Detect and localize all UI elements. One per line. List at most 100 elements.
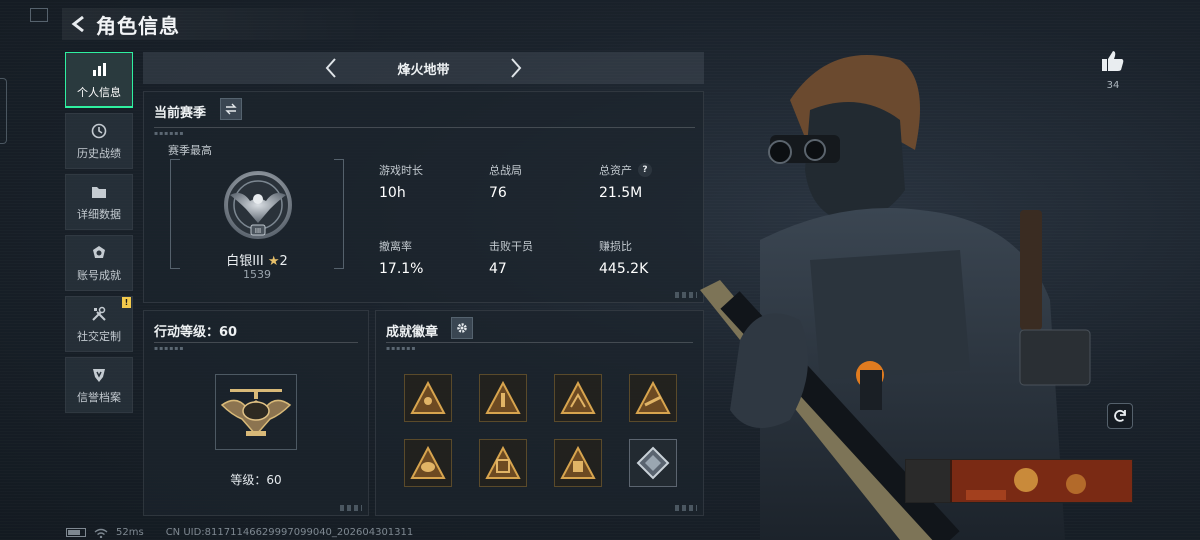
switch-season-button[interactable]	[220, 98, 242, 120]
stat-label: 击败干员	[489, 240, 533, 253]
sidebar-item-label: 个人信息	[77, 85, 121, 99]
sidebar-item-label: 账号成就	[77, 268, 121, 282]
like-count: 34	[1106, 80, 1120, 91]
svg-text:III: III	[255, 227, 261, 235]
badge-settings-button[interactable]	[451, 317, 473, 339]
like-button[interactable]	[1099, 50, 1127, 76]
rank-display: III 白银III ★2 1539	[170, 159, 344, 281]
decor-corner	[675, 505, 697, 511]
triangle-badge-icon	[410, 381, 446, 414]
medal-icon	[90, 244, 108, 262]
diamond-badge-icon	[636, 446, 670, 480]
achievement-badge-7[interactable]	[554, 439, 602, 487]
edge-handle[interactable]	[0, 78, 7, 144]
stat-value: 445.2K	[599, 261, 649, 277]
achievement-badge-1[interactable]	[404, 374, 452, 422]
divider	[386, 342, 693, 343]
sidebar-item-label: 社交定制	[77, 329, 121, 343]
sidebar-item-achievements[interactable]: 账号成就	[65, 235, 133, 291]
corner-indicator	[30, 8, 48, 22]
season-best-label: 赛季最高	[168, 144, 212, 157]
stat-total-assets: 总资产 ? 21.5M	[599, 162, 652, 201]
notification-badge: !	[122, 297, 131, 308]
rank-stars: 2	[279, 254, 288, 269]
clock-icon	[90, 122, 108, 140]
stat-playtime: 游戏时长 10h	[379, 162, 423, 201]
next-map-button[interactable]	[504, 56, 528, 80]
silver-rank-emblem-icon: III	[224, 171, 292, 239]
back-button[interactable]	[62, 8, 96, 40]
rank-name: 白银III ★2	[170, 250, 344, 269]
chevron-right-icon	[511, 58, 522, 78]
stat-value: 10h	[379, 185, 406, 201]
chevron-left-icon	[325, 58, 336, 78]
stat-label: 撤离率	[379, 240, 412, 253]
action-level-title: 行动等级：60	[154, 325, 238, 340]
stat-label: 总战局	[489, 164, 522, 177]
stream-thumbnail[interactable]	[905, 459, 1133, 503]
achievement-badge-6[interactable]	[479, 439, 527, 487]
stat-value: 47	[489, 261, 507, 277]
stat-kills: 击败干员 47	[489, 238, 533, 277]
divider	[154, 342, 358, 343]
latency-text: 52ms	[116, 527, 144, 538]
bar-chart-icon	[90, 61, 108, 79]
sidebar-item-reputation[interactable]: 信誉档案	[65, 357, 133, 413]
sidebar-item-history[interactable]: 历史战绩	[65, 113, 133, 169]
stat-total-matches: 总战局 76	[489, 162, 522, 201]
decor-dots: ▪▪▪▪▪▪	[154, 130, 185, 137]
battery-icon	[66, 528, 86, 537]
rotate-camera-button[interactable]	[1107, 403, 1133, 429]
star-icon: ★	[267, 254, 280, 269]
status-bar: 52ms CN UID:8117114662999709904​0_202604…	[66, 527, 413, 538]
stat-label: 游戏时长	[379, 164, 423, 177]
triangle-badge-icon	[635, 381, 671, 414]
achievement-badge-4[interactable]	[629, 374, 677, 422]
sidebar-item-social[interactable]: ! 社交定制	[65, 296, 133, 352]
triangle-badge-icon	[560, 446, 596, 479]
page-header: 角色信息	[62, 8, 392, 40]
stat-label: 赚损比	[599, 240, 632, 253]
shield-icon	[90, 366, 108, 384]
page-title: 角色信息	[96, 13, 180, 38]
achievement-badge-2[interactable]	[479, 374, 527, 422]
back-arrow-icon	[71, 15, 84, 33]
decor-corner	[340, 505, 362, 511]
triangle-badge-icon	[485, 446, 521, 479]
map-selector: 烽火地带	[143, 52, 704, 84]
achievement-badge-3[interactable]	[554, 374, 602, 422]
help-icon[interactable]: ?	[638, 163, 652, 177]
refresh-icon	[1114, 409, 1126, 422]
like-widget: 34	[1099, 50, 1127, 91]
wifi-icon	[94, 528, 108, 538]
action-level-panel: 行动等级：60 ▪▪▪▪▪▪ 等级：60	[143, 310, 369, 516]
triangle-badge-icon	[485, 381, 521, 414]
gear-icon	[457, 323, 467, 333]
folder-icon	[90, 183, 108, 201]
level-text: 等级：60	[230, 473, 282, 487]
achievements-title: 成就徽章	[386, 325, 439, 340]
uid-text: CN UID:8117114662999709904​0_20260430131…	[165, 527, 414, 538]
triangle-badge-icon	[560, 381, 596, 414]
stat-label: 总资产 ?	[599, 162, 652, 178]
triangle-badge-icon	[410, 446, 446, 479]
swap-icon	[225, 103, 237, 115]
sidebar-item-label: 详细数据	[77, 207, 121, 221]
achievement-badge-8[interactable]	[629, 439, 677, 487]
prev-map-button[interactable]	[319, 56, 343, 80]
video-thumbnail-image	[906, 460, 1132, 502]
decor-corner	[675, 292, 697, 298]
map-name: 烽火地带	[397, 62, 450, 78]
sidebar-item-personal-info[interactable]: 个人信息	[65, 52, 133, 108]
decor-dots: ▪▪▪▪▪▪	[154, 345, 185, 352]
stat-value: 21.5M	[599, 185, 643, 201]
helicopter-emblem-icon	[220, 389, 292, 437]
decor-dots: ▪▪▪▪▪▪	[386, 345, 417, 352]
sidebar: 个人信息 历史战绩 详细数据 账号成就 ! 社交定制 信誉档案	[65, 52, 133, 418]
achievement-badge-5[interactable]	[404, 439, 452, 487]
rank-score: 1539	[243, 268, 271, 281]
thumbs-up-icon	[1102, 51, 1124, 71]
sidebar-item-details[interactable]: 详细数据	[65, 174, 133, 230]
stat-value: 76	[489, 185, 507, 201]
rank-tier: 白银III	[226, 254, 264, 269]
